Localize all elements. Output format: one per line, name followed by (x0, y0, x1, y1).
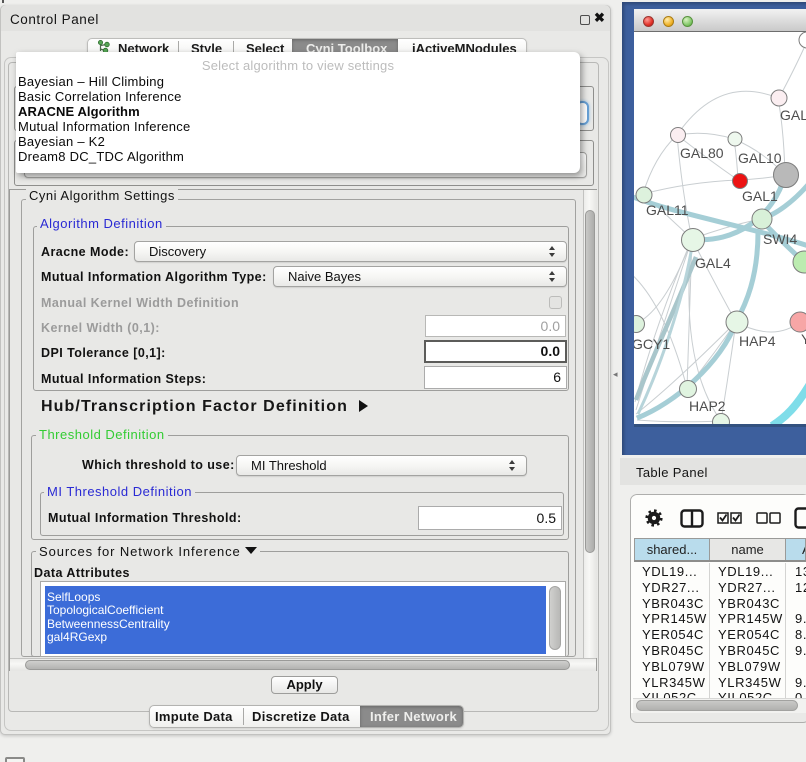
svg-text:SWI4: SWI4 (763, 231, 797, 247)
svg-text:GAL4: GAL4 (695, 255, 731, 271)
svg-text:HAP4: HAP4 (739, 333, 776, 349)
svg-text:HAP2: HAP2 (689, 398, 726, 414)
svg-text:GAL80: GAL80 (680, 145, 724, 161)
svg-text:GAL7: GAL7 (780, 107, 806, 123)
svg-text:GCY1: GCY1 (634, 336, 670, 352)
svg-text:GAL11: GAL11 (646, 202, 689, 218)
svg-text:GAL1: GAL1 (742, 188, 778, 204)
svg-text:GAL10: GAL10 (738, 150, 782, 166)
svg-text:Y: Y (801, 331, 806, 347)
